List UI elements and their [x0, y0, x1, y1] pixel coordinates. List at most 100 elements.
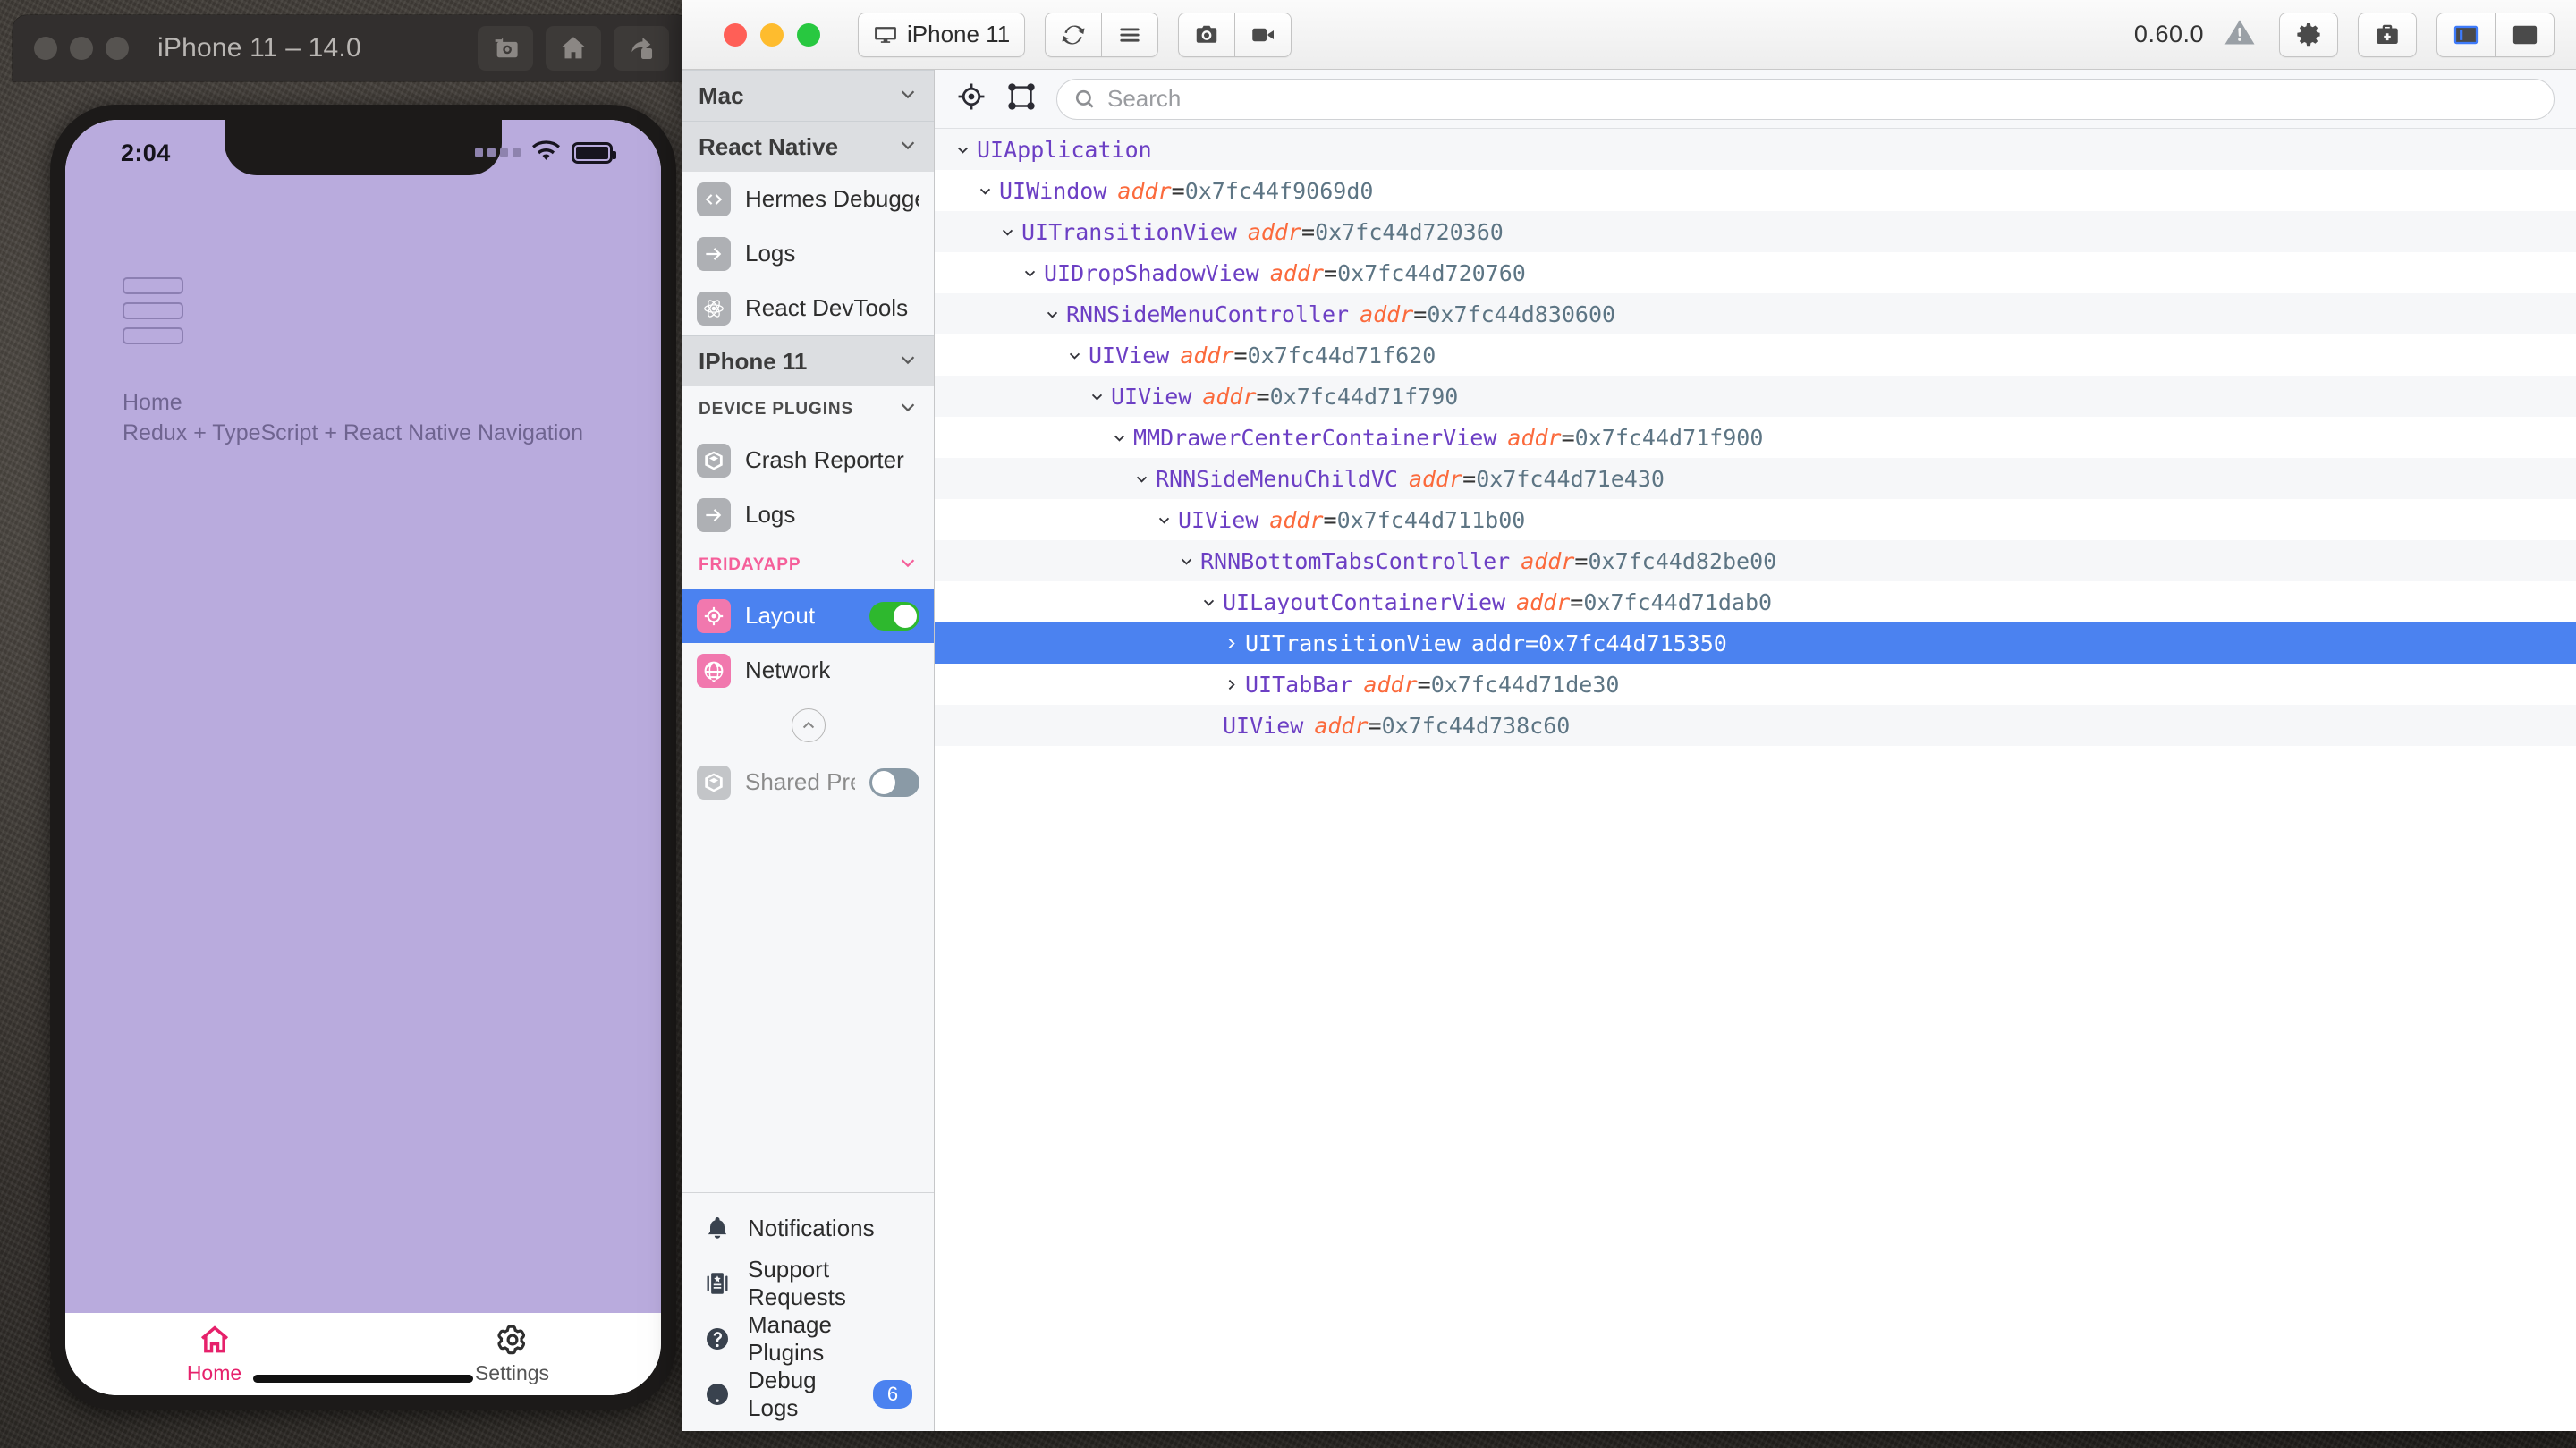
sidebar-item-logs-rn[interactable]: Logs: [682, 226, 934, 281]
screenshot-button[interactable]: [1178, 12, 1236, 57]
tree-node-toggle-icon[interactable]: [973, 183, 996, 199]
tree-node[interactable]: RNNBottomTabsController addr = 0x7fc44d82be…: [935, 540, 2576, 581]
share-icon[interactable]: [614, 26, 669, 71]
sidebar-sublabel-device-plugins[interactable]: DEVICE PLUGINS: [682, 386, 934, 433]
tree-node[interactable]: UITabBar addr = 0x7fc44d71de30: [935, 664, 2576, 705]
tree-node-toggle-icon[interactable]: [1152, 512, 1175, 528]
sidebar-item-shared-preferences[interactable]: Shared Preferen: [682, 755, 934, 809]
tree-node[interactable]: UITransitionView addr = 0x7fc44d720360: [935, 211, 2576, 252]
sidebar-item-label: Notifications: [748, 1214, 875, 1241]
doctor-button[interactable]: [2358, 12, 2417, 57]
hamburger-menu-button[interactable]: [1102, 12, 1159, 57]
chevron-down-icon[interactable]: [898, 553, 918, 578]
tree-node-attr-key: addr: [1269, 259, 1325, 286]
crosshair-target-icon[interactable]: [956, 81, 987, 116]
sidebar-section-react-native[interactable]: React Native: [682, 121, 934, 172]
tree-node-toggle-icon[interactable]: [1219, 677, 1242, 692]
simulator-maximize-button[interactable]: [106, 37, 129, 60]
question-circle-icon: [707, 1328, 728, 1350]
simulator-minimize-button[interactable]: [70, 37, 93, 60]
tree-node[interactable]: UIDropShadowView addr = 0x7fc44d720760: [935, 252, 2576, 293]
tree-node-toggle-icon[interactable]: [1107, 430, 1131, 445]
flipper-toolbar: iPhone 11 0.60.0: [682, 0, 2576, 70]
reload-button[interactable]: [1045, 12, 1103, 57]
tree-node-toggle-icon[interactable]: [1085, 389, 1108, 404]
tree-node-toggle-icon[interactable]: [1040, 307, 1063, 322]
tab-home[interactable]: Home: [65, 1313, 363, 1395]
home-icon[interactable]: [546, 26, 601, 71]
chevron-down-icon[interactable]: [898, 82, 918, 110]
tree-node-attr-eq: =: [1324, 259, 1338, 286]
sidebar-item-layout[interactable]: Layout: [682, 589, 934, 643]
tree-node[interactable]: UITransitionView addr = 0x7fc44d715350: [935, 622, 2576, 664]
sidebar-item-support-requests[interactable]: Support Requests: [682, 1256, 934, 1311]
settings-button[interactable]: [2279, 12, 2338, 57]
sidebar-item-crash-reporter[interactable]: Crash Reporter: [682, 433, 934, 487]
sidebar-sublabel-fridayapp[interactable]: FRIDAYAPP: [682, 542, 934, 589]
tree-node[interactable]: UIView addr = 0x7fc44d738c60: [935, 705, 2576, 746]
tree-node[interactable]: MMDrawerCenterContainerView addr = 0x7fc44d…: [935, 417, 2576, 458]
minimize-button[interactable]: [760, 22, 784, 47]
sidebar-section-mac[interactable]: Mac: [682, 70, 934, 121]
record-video-button[interactable]: [1235, 12, 1292, 57]
device-selector-button[interactable]: iPhone 11: [858, 12, 1026, 57]
tree-node-attr-eq: =: [1233, 342, 1248, 368]
tree-node[interactable]: UIView addr = 0x7fc44d711b00: [935, 499, 2576, 540]
tree-node-attr-value: 0x7fc44d711b00: [1336, 506, 1526, 533]
close-button[interactable]: [724, 22, 747, 47]
tree-node-class: UITabBar: [1245, 671, 1353, 698]
warning-triangle-icon[interactable]: [2224, 16, 2256, 53]
search-input[interactable]: [1107, 85, 2538, 113]
crosshair-target-icon: [697, 598, 731, 633]
tree-node[interactable]: UIView addr = 0x7fc44d71f790: [935, 376, 2576, 417]
sidebar-item-logs-device[interactable]: Logs: [682, 487, 934, 542]
tree-node[interactable]: UIApplication: [935, 129, 2576, 170]
tree-node-toggle-icon[interactable]: [996, 224, 1019, 240]
tree-node[interactable]: RNNSideMenuChildVC addr = 0x7fc44d71e430: [935, 458, 2576, 499]
chevron-down-icon[interactable]: [898, 348, 918, 376]
simulator-traffic-lights[interactable]: [34, 37, 129, 60]
tree-node-toggle-icon[interactable]: [1197, 595, 1220, 610]
sidebar-section-iphone-11[interactable]: IPhone 11: [682, 335, 934, 386]
tree-node-toggle-icon[interactable]: [1174, 554, 1198, 569]
sidebar-item-label: Manage Plugins: [748, 1311, 832, 1366]
sidebar-item-notifications[interactable]: Notifications: [682, 1200, 934, 1256]
bounding-box-icon[interactable]: [1006, 81, 1037, 116]
sidebar-item-manage-plugins[interactable]: Manage Plugins: [682, 1311, 934, 1367]
tree-node-toggle-icon[interactable]: [951, 142, 974, 157]
maximize-button[interactable]: [797, 22, 820, 47]
sidebar-item-react-devtools[interactable]: React DevTools: [682, 281, 934, 335]
tree-node-toggle-icon[interactable]: [1130, 471, 1153, 487]
sidebar-collapse-button[interactable]: [682, 698, 934, 755]
tree-node[interactable]: UIWindow addr = 0x7fc44f9069d0: [935, 170, 2576, 211]
screenshot-camera-icon[interactable]: [478, 26, 533, 71]
layout-plugin-toggle[interactable]: [869, 601, 919, 631]
tree-node-attr-eq: =: [1171, 177, 1185, 204]
toggle-left-sidebar-button[interactable]: [2436, 12, 2496, 57]
sidebar-item-label: React DevTools: [745, 294, 909, 321]
sidebar-item-network[interactable]: Network: [682, 643, 934, 698]
search-field[interactable]: [1056, 78, 2555, 120]
shared-preferences-toggle[interactable]: [869, 767, 919, 797]
sidebar-item-debug-logs[interactable]: Debug Logs 6: [682, 1367, 934, 1422]
toggle-right-sidebar-button[interactable]: [2496, 12, 2555, 57]
sidebar-scroll-area[interactable]: Mac React Native Hermes Debugger (RN) Lo…: [682, 70, 934, 1192]
tree-node-toggle-icon[interactable]: [1018, 266, 1041, 281]
sidebar-item-label: Network: [745, 656, 831, 683]
tree-node-toggle-icon[interactable]: [1219, 636, 1242, 651]
chevron-down-icon[interactable]: [898, 397, 918, 422]
hamburger-menu-icon[interactable]: [123, 277, 183, 352]
sidebar-item-hermes-debugger[interactable]: Hermes Debugger (RN): [682, 172, 934, 226]
camera-icon: [1196, 25, 1217, 43]
tree-node-toggle-icon[interactable]: [1063, 348, 1086, 363]
tree-node[interactable]: RNNSideMenuController addr = 0x7fc44d830600: [935, 293, 2576, 334]
simulator-close-button[interactable]: [34, 37, 57, 60]
status-bar-time: 2:04: [121, 140, 171, 166]
chevron-down-icon[interactable]: [898, 133, 918, 161]
flipper-traffic-lights[interactable]: [724, 22, 820, 47]
tree-node-attr-value: 0x7fc44d71e430: [1476, 465, 1665, 492]
tab-settings[interactable]: Settings: [363, 1313, 661, 1395]
element-tree[interactable]: UIApplication UIWindow addr = 0x7fc44f9069d0…: [935, 129, 2576, 1431]
tree-node[interactable]: UIView addr = 0x7fc44d71f620: [935, 334, 2576, 376]
tree-node[interactable]: UILayoutContainerView addr = 0x7fc44d71dab0: [935, 581, 2576, 622]
